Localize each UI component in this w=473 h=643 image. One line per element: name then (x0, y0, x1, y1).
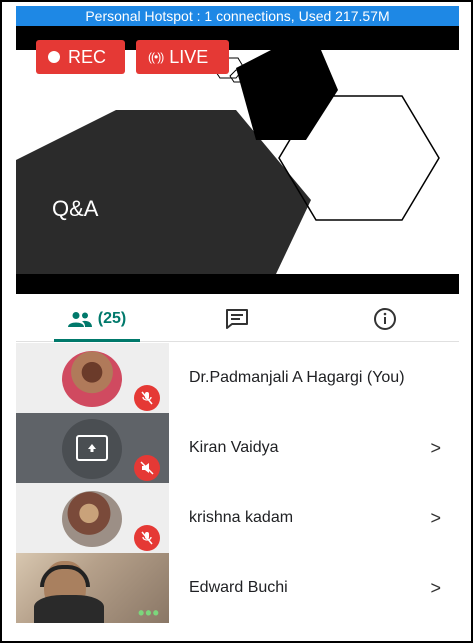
tab-people[interactable]: (25) (42, 296, 152, 342)
participant-name: Kiran Vaidya (189, 439, 279, 456)
participant-body (34, 595, 104, 623)
tab-info[interactable] (360, 296, 410, 342)
chat-icon (226, 309, 248, 329)
participant-video-tile: ••• (16, 553, 169, 623)
avatar (62, 351, 122, 407)
slide-hexagons (16, 50, 440, 274)
live-badge[interactable]: ((•)) LIVE (136, 40, 229, 74)
volume-off-icon (134, 455, 160, 481)
participant-row[interactable]: Kiran Vaidya > (16, 413, 459, 483)
participant-count: (25) (97, 310, 127, 327)
presentation-slide: Q&A (16, 50, 459, 274)
rec-badge[interactable]: REC (36, 40, 125, 74)
meeting-tabs: (25) (16, 296, 459, 342)
info-icon (374, 308, 396, 330)
chevron-right-icon[interactable]: > (430, 483, 441, 553)
hotspot-status-bar[interactable]: Personal Hotspot : 1 connections, Used 2… (16, 6, 459, 26)
record-dot-icon (48, 51, 60, 63)
rec-label: REC (68, 47, 107, 67)
tab-chat[interactable] (212, 296, 262, 342)
people-icon (67, 312, 92, 327)
participant-row[interactable]: Dr.Padmanjali A Hagargi (You) (16, 343, 459, 413)
participant-tile (16, 483, 169, 553)
participant-name: Edward Buchi (189, 579, 288, 596)
slide-title: Q&A (52, 196, 99, 221)
active-tab-indicator (54, 339, 140, 342)
mic-off-icon (134, 525, 160, 551)
chevron-right-icon[interactable]: > (430, 413, 441, 483)
participant-tile (16, 343, 169, 413)
screen-share-icon (76, 435, 108, 461)
participant-row[interactable]: krishna kadam > (16, 483, 459, 553)
mic-off-icon (134, 385, 160, 411)
live-label: LIVE (169, 47, 209, 67)
main-video-area[interactable]: Q&A REC ((•)) LIVE (16, 26, 459, 294)
avatar (62, 491, 122, 547)
chevron-right-icon[interactable]: > (430, 553, 441, 623)
participant-name: krishna kadam (189, 509, 294, 526)
participant-tile (16, 413, 169, 483)
participant-name: Dr.Padmanjali A Hagargi (You) (189, 369, 405, 386)
broadcast-icon: ((•)) (148, 50, 164, 64)
more-options-icon[interactable]: ••• (138, 603, 160, 623)
participant-row[interactable]: ••• Edward Buchi > (16, 553, 459, 623)
